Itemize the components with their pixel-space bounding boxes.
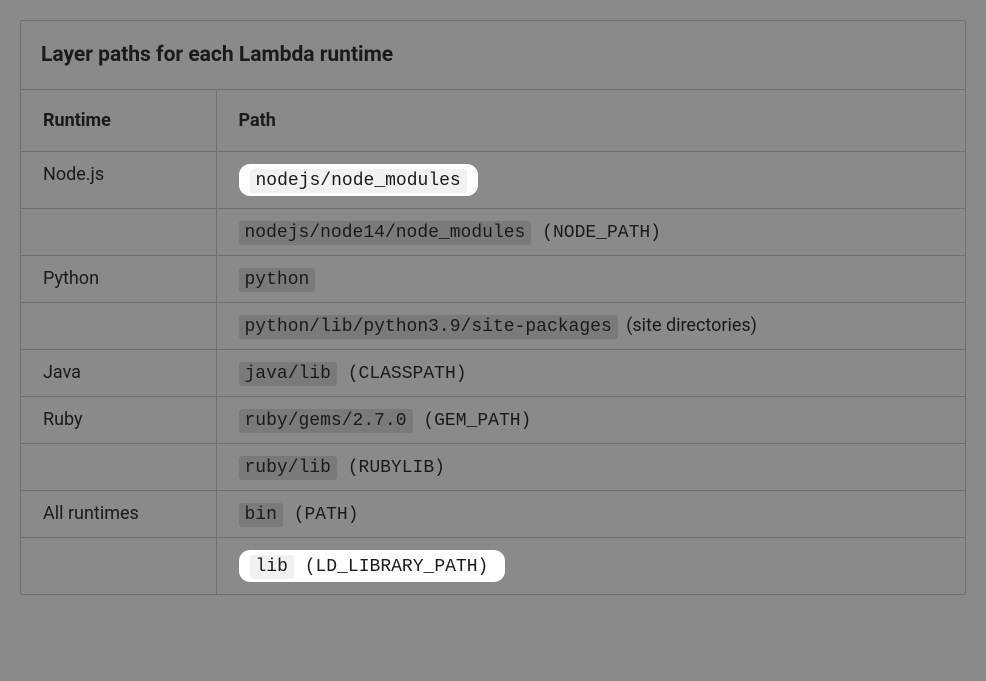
cell-runtime: Java [21,350,216,397]
path-code: bin [239,503,283,527]
table-row: lib (LD_LIBRARY_PATH) [21,538,965,595]
path-suffix: (LD_LIBRARY_PATH) [294,555,494,579]
path-code: java/lib [239,362,337,386]
cell-path: python [216,256,965,303]
path-suffix: (CLASSPATH) [337,362,473,386]
cell-runtime: Node.js [21,152,216,209]
table-row: python/lib/python3.9/site-packages (site… [21,303,965,350]
table-row: Python python [21,256,965,303]
cell-path: nodejs/node_modules [216,152,965,209]
cell-path: bin (PATH) [216,491,965,538]
cell-path: ruby/gems/2.7.0 (GEM_PATH) [216,397,965,444]
layer-paths-table-container: Layer paths for each Lambda runtime Runt… [20,20,966,595]
cell-runtime: Ruby [21,397,216,444]
table-row: Node.js nodejs/node_modules [21,152,965,209]
cell-runtime [21,303,216,350]
table-row: Rubyruby/gems/2.7.0 (GEM_PATH) [21,397,965,444]
layer-paths-table: Runtime Path Node.js nodejs/node_modulesn… [21,90,965,594]
cell-runtime [21,209,216,256]
cell-path: python/lib/python3.9/site-packages (site… [216,303,965,350]
table-header-row: Runtime Path [21,90,965,152]
table-row: All runtimesbin (PATH) [21,491,965,538]
header-path: Path [216,90,965,152]
path-suffix: (NODE_PATH) [531,221,667,245]
cell-path: nodejs/node14/node_modules (NODE_PATH) [216,209,965,256]
table-caption: Layer paths for each Lambda runtime [21,21,965,90]
table-row: Javajava/lib (CLASSPATH) [21,350,965,397]
cell-path: java/lib (CLASSPATH) [216,350,965,397]
cell-runtime [21,444,216,491]
header-runtime: Runtime [21,90,216,152]
cell-path: ruby/lib (RUBYLIB) [216,444,965,491]
path-suffix: (site directories) [622,315,757,336]
path-code: ruby/lib [239,456,337,480]
path-suffix: (PATH) [283,503,365,527]
cell-path: lib (LD_LIBRARY_PATH) [216,538,965,595]
highlighted-path: nodejs/node_modules [239,164,478,196]
path-code: ruby/gems/2.7.0 [239,409,413,433]
cell-runtime: All runtimes [21,491,216,538]
path-code: python/lib/python3.9/site-packages [239,315,618,339]
path-code: nodejs/node14/node_modules [239,221,532,245]
path-suffix: (RUBYLIB) [337,456,451,480]
cell-runtime: Python [21,256,216,303]
path-code: nodejs/node_modules [250,169,467,193]
path-code: lib [250,555,294,579]
table-row: nodejs/node14/node_modules (NODE_PATH) [21,209,965,256]
table-row: ruby/lib (RUBYLIB) [21,444,965,491]
cell-runtime [21,538,216,595]
highlighted-path: lib (LD_LIBRARY_PATH) [239,550,506,582]
path-suffix: (GEM_PATH) [413,409,538,433]
path-code: python [239,268,316,292]
